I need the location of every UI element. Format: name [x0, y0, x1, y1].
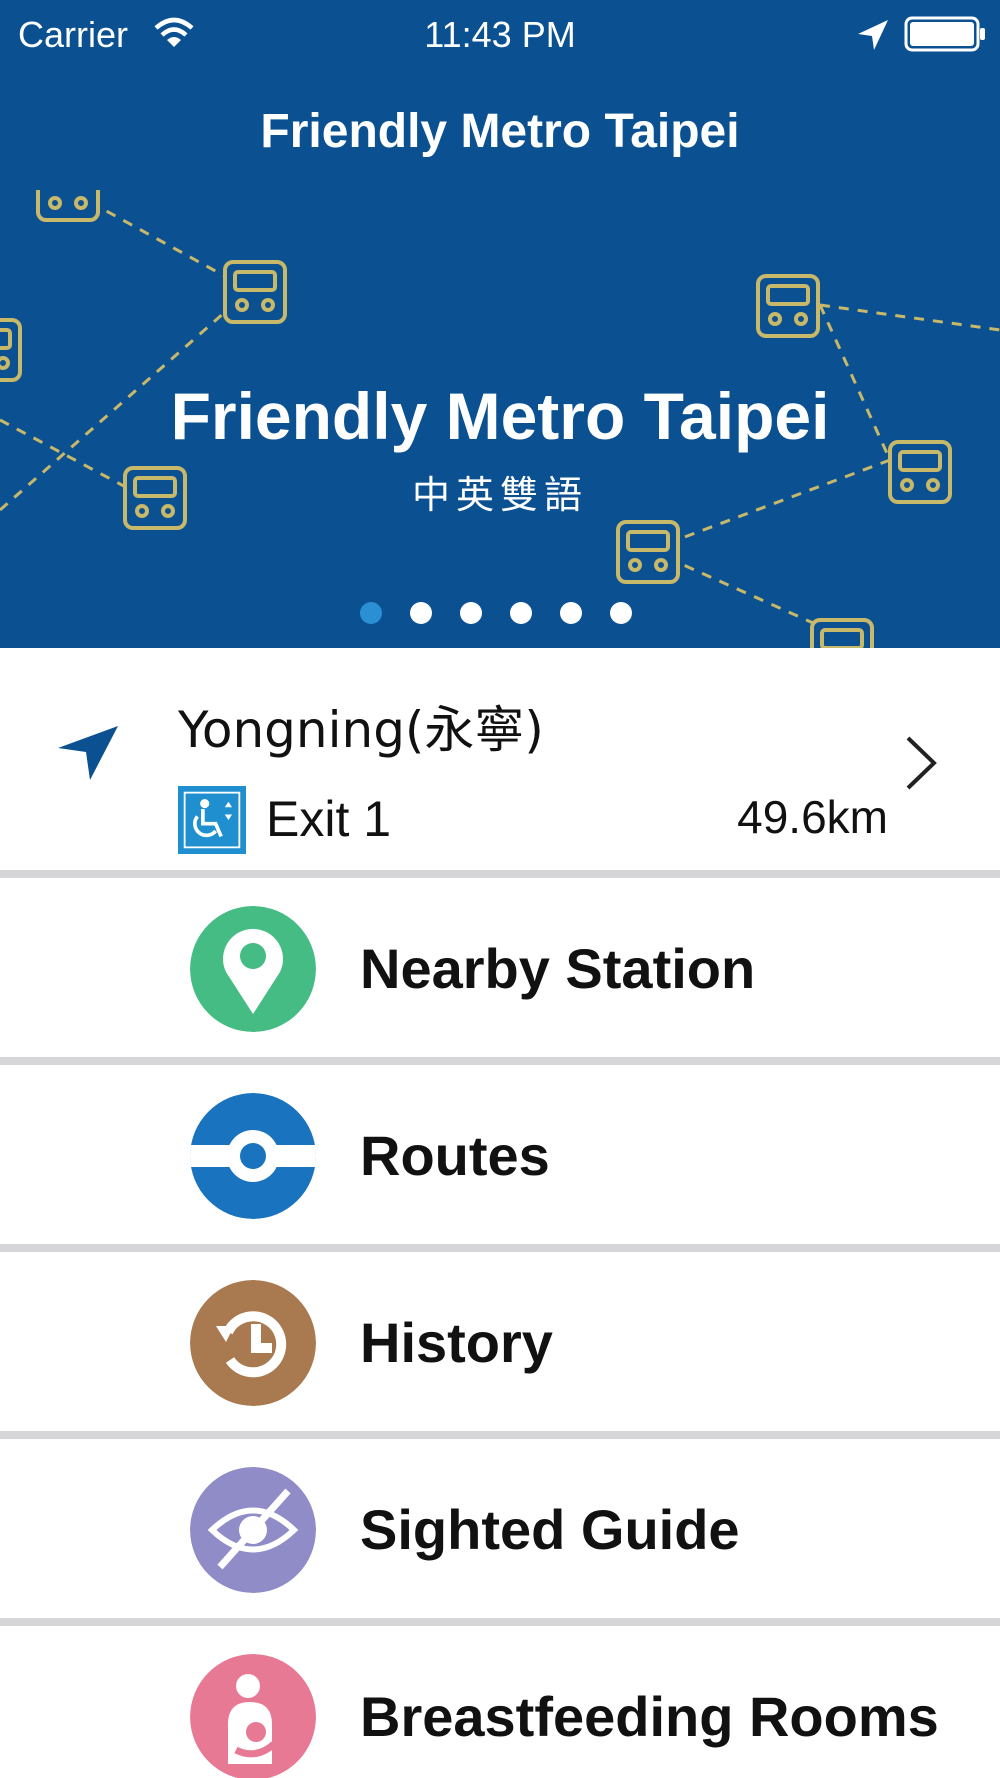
- banner-subtitle: 中英雙語: [411, 473, 588, 517]
- menu-item-sighted-guide[interactable]: Sighted Guide: [0, 1431, 1000, 1618]
- train-icon: [810, 618, 874, 648]
- menu-item-routes[interactable]: Routes: [0, 1057, 1000, 1244]
- wheelchair-elevator-icon: [178, 786, 246, 854]
- train-icon: [756, 274, 820, 338]
- battery-icon: [904, 16, 985, 52]
- map-pin-icon: [190, 906, 316, 1032]
- menu-label: Breastfeeding Rooms: [360, 1685, 939, 1748]
- nearest-station-row[interactable]: Yongning(永寧) Exit 1 49.6km: [0, 648, 1000, 870]
- menu-label: Sighted Guide: [360, 1498, 740, 1561]
- banner-title: Friendly Metro Taipei: [170, 379, 830, 453]
- mother-child-icon: [190, 1654, 316, 1778]
- header-banner: Carrier 11:43 PM Friendly Metro Taipei F…: [0, 0, 1000, 648]
- train-icon: [616, 520, 680, 584]
- navigation-arrow-icon: [58, 726, 118, 780]
- page-dot-5[interactable]: [560, 602, 582, 624]
- menu-item-history[interactable]: History: [0, 1244, 1000, 1431]
- page-indicator[interactable]: [360, 602, 632, 626]
- menu-label: Routes: [360, 1124, 550, 1187]
- menu-item-nearby-station[interactable]: Nearby Station: [0, 870, 1000, 1057]
- route-line-icon: [190, 1093, 316, 1219]
- exit-label: Exit 1: [266, 791, 392, 847]
- page-dot-6[interactable]: [610, 602, 632, 624]
- eye-slash-icon: [190, 1467, 316, 1593]
- app-title: Friendly Metro Taipei: [260, 105, 740, 158]
- location-arrow-icon: [858, 20, 888, 50]
- chevron-right-icon: [906, 736, 937, 790]
- menu-label: History: [360, 1311, 553, 1374]
- distance-label: 49.6km: [737, 791, 888, 843]
- status-time: 11:43 PM: [424, 14, 576, 55]
- station-name: Yongning(永寧): [178, 701, 544, 759]
- page-dot-2[interactable]: [410, 602, 432, 624]
- status-bar: Carrier 11:43 PM: [0, 0, 1000, 68]
- train-icon: [36, 190, 100, 222]
- train-icon: [223, 260, 287, 324]
- page-dot-4[interactable]: [510, 602, 532, 624]
- page-dot-1[interactable]: [360, 602, 382, 624]
- main-menu: Nearby Station Routes History Sighted Gu…: [0, 870, 1000, 1778]
- page-dot-3[interactable]: [460, 602, 482, 624]
- train-icon: [0, 318, 22, 382]
- history-clock-icon: [190, 1280, 316, 1406]
- menu-label: Nearby Station: [360, 937, 756, 1000]
- menu-item-breastfeeding-rooms[interactable]: Breastfeeding Rooms: [0, 1618, 1000, 1778]
